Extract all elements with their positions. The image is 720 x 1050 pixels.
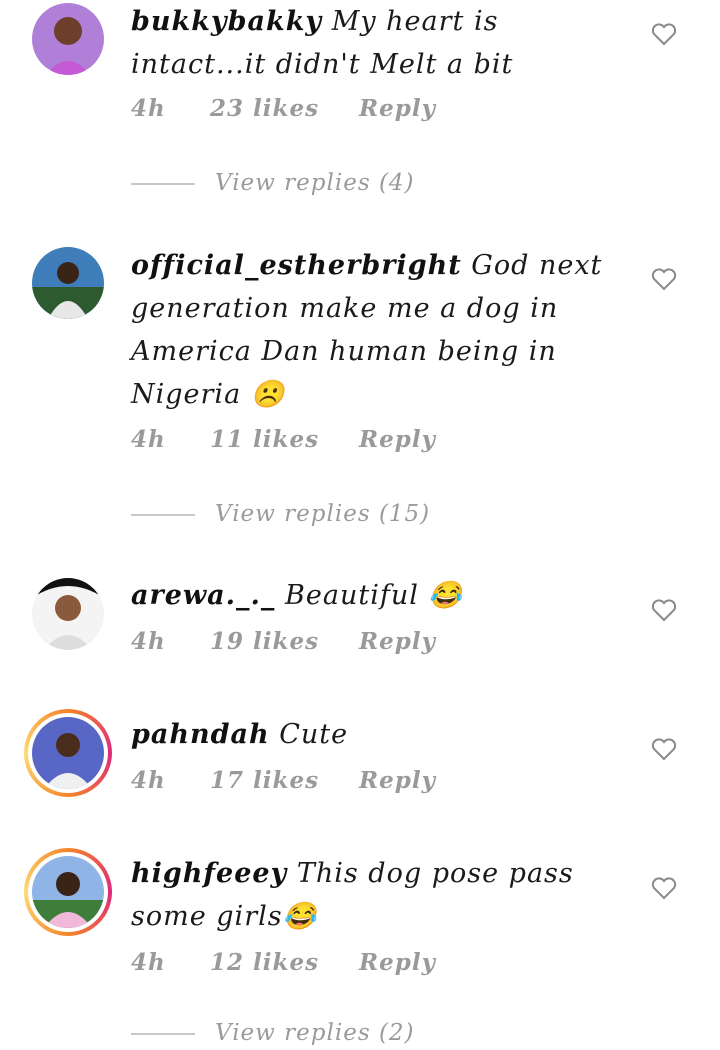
comment-likes[interactable]: 19 likes bbox=[210, 628, 350, 655]
comment-text: pahndah Cute bbox=[131, 713, 631, 756]
comment-username[interactable]: highfeeey bbox=[131, 858, 287, 889]
reply-button[interactable]: Reply bbox=[359, 628, 436, 655]
comment-body: Cute bbox=[279, 719, 349, 750]
comment-username[interactable]: arewa._._ bbox=[131, 580, 275, 611]
comment-time: 4h bbox=[131, 767, 166, 794]
reply-button[interactable]: Reply bbox=[359, 426, 436, 453]
comment-meta: 4h 12 likes Reply bbox=[131, 949, 436, 976]
heart-icon[interactable] bbox=[651, 267, 677, 291]
comment-likes[interactable]: 23 likes bbox=[210, 95, 350, 122]
comment-likes[interactable]: 17 likes bbox=[210, 767, 350, 794]
comment-meta: 4h 19 likes Reply bbox=[131, 628, 436, 655]
comment-text: official_estherbright God next generatio… bbox=[131, 244, 631, 416]
comment-body: Beautiful 😂 bbox=[285, 580, 464, 611]
divider-line bbox=[131, 1033, 195, 1035]
view-replies-label: View replies (2) bbox=[215, 1020, 415, 1046]
avatar[interactable] bbox=[24, 848, 112, 936]
reply-button[interactable]: Reply bbox=[359, 767, 436, 794]
heart-icon[interactable] bbox=[651, 876, 677, 900]
avatar[interactable] bbox=[32, 3, 104, 75]
comment-time: 4h bbox=[131, 426, 166, 453]
view-replies-button[interactable]: View replies (15) bbox=[131, 501, 430, 531]
heart-icon[interactable] bbox=[651, 737, 677, 761]
heart-icon[interactable] bbox=[651, 22, 677, 46]
divider-line bbox=[131, 183, 195, 185]
comment-time: 4h bbox=[131, 949, 166, 976]
avatar[interactable] bbox=[24, 709, 112, 797]
comment-likes[interactable]: 12 likes bbox=[210, 949, 350, 976]
heart-icon[interactable] bbox=[651, 598, 677, 622]
comment-time: 4h bbox=[131, 628, 166, 655]
avatar-image bbox=[32, 717, 104, 789]
comment-username[interactable]: bukkybakky bbox=[131, 6, 322, 37]
comment-meta: 4h 11 likes Reply bbox=[131, 426, 436, 453]
avatar[interactable] bbox=[32, 247, 104, 319]
view-replies-button[interactable]: View replies (2) bbox=[131, 1020, 415, 1050]
comment-likes[interactable]: 11 likes bbox=[210, 426, 350, 453]
view-replies-button[interactable]: View replies (4) bbox=[131, 170, 415, 200]
divider-line bbox=[131, 514, 195, 516]
comment-text: arewa._._ Beautiful 😂 bbox=[131, 574, 631, 617]
view-replies-label: View replies (15) bbox=[215, 501, 431, 527]
comment-username[interactable]: official_estherbright bbox=[131, 250, 462, 281]
comment-text: highfeeey This dog pose pass some girls😂 bbox=[131, 852, 631, 938]
reply-button[interactable]: Reply bbox=[359, 949, 436, 976]
reply-button[interactable]: Reply bbox=[359, 95, 436, 122]
avatar[interactable] bbox=[32, 578, 104, 650]
comment-meta: 4h 17 likes Reply bbox=[131, 767, 436, 794]
view-replies-label: View replies (4) bbox=[215, 170, 415, 196]
avatar-image bbox=[32, 856, 104, 928]
comment-username[interactable]: pahndah bbox=[131, 719, 270, 750]
comment-meta: 4h 23 likes Reply bbox=[131, 95, 436, 122]
comment-text: bukkybakky My heart is intact...it didn'… bbox=[131, 0, 631, 86]
comment-time: 4h bbox=[131, 95, 166, 122]
